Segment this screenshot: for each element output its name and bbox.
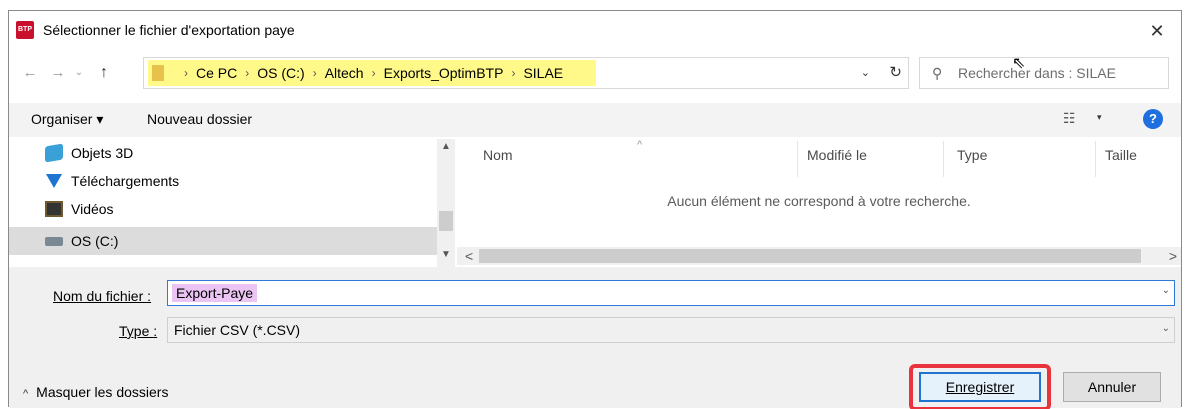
- address-dropdown-chevron-icon[interactable]: ⌄: [861, 58, 870, 88]
- column-divider[interactable]: [797, 141, 798, 177]
- empty-list-message: Aucun élément ne correspond à votre rech…: [667, 193, 971, 209]
- sort-indicator-icon: ^: [637, 139, 643, 151]
- scroll-left-icon[interactable]: <: [465, 247, 473, 265]
- breadcrumb-item-silae[interactable]: SILAE: [523, 65, 563, 81]
- back-arrow-icon[interactable]: ←: [19, 62, 41, 84]
- up-arrow-icon[interactable]: ↑: [93, 62, 115, 84]
- close-button[interactable]: ✕: [1143, 17, 1171, 45]
- column-header-type[interactable]: Type: [957, 147, 987, 163]
- column-header-modified[interactable]: Modifié le: [807, 147, 867, 163]
- address-bar[interactable]: › Ce PC › OS (C:) › Altech › Exports_Opt…: [143, 57, 909, 89]
- dialog-footer: Nom du fichier : Export-Paye ⌄ Type : Fi…: [9, 267, 1181, 409]
- breadcrumb-separator[interactable]: ›: [511, 66, 515, 80]
- nav-item-label: Téléchargements: [71, 173, 180, 189]
- mouse-cursor-icon: ⇖: [1012, 55, 1026, 72]
- help-icon[interactable]: ?: [1143, 109, 1163, 129]
- save-button[interactable]: Enregistrer: [919, 372, 1041, 402]
- save-file-dialog: BTP Sélectionner le fichier d'exportatio…: [8, 10, 1182, 409]
- address-row: ← → ⌄ ↑ › Ce PC › OS (C:) › Altech › Exp…: [9, 51, 1181, 95]
- cancel-button[interactable]: Annuler: [1063, 372, 1161, 402]
- column-header-name[interactable]: Nom: [483, 147, 513, 163]
- hide-folders-toggle[interactable]: ^ Masquer les dossiers: [23, 384, 168, 400]
- video-film-icon: [45, 201, 63, 217]
- app-logo-icon: BTP: [16, 21, 34, 39]
- filename-dropdown-chevron-icon[interactable]: ⌄: [1162, 285, 1170, 296]
- file-list-scrollbar[interactable]: < >: [457, 247, 1181, 265]
- scroll-thumb[interactable]: [479, 249, 1141, 263]
- file-type-chevron-icon[interactable]: ⌄: [1162, 323, 1170, 334]
- scroll-thumb[interactable]: [439, 211, 453, 231]
- scroll-up-icon[interactable]: ▲: [441, 141, 451, 152]
- type-label-text: Type :: [119, 323, 158, 339]
- nav-item-label: Objets 3D: [71, 145, 134, 161]
- view-options-icon[interactable]: ☷: [1063, 110, 1076, 127]
- hide-folders-label: Masquer les dossiers: [36, 384, 169, 400]
- filename-value[interactable]: Export-Paye: [172, 284, 258, 302]
- nav-item-label: OS (C:): [71, 233, 119, 249]
- search-input[interactable]: ⚲ Rechercher dans : SILAE: [919, 57, 1169, 89]
- file-list: ^ Nom Modifié le Type Taille Aucun éléme…: [457, 139, 1181, 249]
- file-type-select[interactable]: Fichier CSV (*.CSV) ⌄: [167, 317, 1175, 343]
- breadcrumb-separator: ›: [184, 66, 188, 80]
- refresh-icon[interactable]: ↻: [889, 58, 902, 88]
- nav-pane-scrollbar[interactable]: ▲ ▼: [437, 139, 455, 269]
- dialog-title: Sélectionner le fichier d'exportation pa…: [43, 22, 295, 38]
- breadcrumb-separator[interactable]: ›: [313, 66, 317, 80]
- breadcrumb-item-exports-optimbtp[interactable]: Exports_OptimBTP: [384, 65, 504, 81]
- navigation-pane: Objets 3D Téléchargements Vidéos OS (C:): [9, 139, 457, 263]
- filename-label: Nom du fichier :: [53, 288, 152, 304]
- column-divider[interactable]: [943, 141, 944, 177]
- nav-item-os-c[interactable]: OS (C:): [9, 227, 437, 255]
- scroll-down-icon[interactable]: ▼: [441, 249, 451, 260]
- nav-item-label: Vidéos: [71, 201, 114, 217]
- nav-item-objets-3d[interactable]: Objets 3D: [9, 139, 437, 167]
- chevron-up-icon: ^: [23, 388, 29, 400]
- breadcrumb-separator[interactable]: ›: [372, 66, 376, 80]
- view-options-chevron-icon[interactable]: ▾: [1097, 112, 1102, 123]
- folder-icon: [152, 65, 164, 81]
- file-type-value: Fichier CSV (*.CSV): [174, 322, 301, 338]
- breadcrumb-item-os-c[interactable]: OS (C:): [257, 65, 304, 81]
- breadcrumb-item-altech[interactable]: Altech: [325, 65, 364, 81]
- type-label: Type :: [119, 323, 157, 339]
- scroll-right-icon[interactable]: >: [1169, 247, 1177, 265]
- drive-icon: [45, 237, 63, 246]
- column-header-size[interactable]: Taille: [1105, 147, 1137, 163]
- cube-3d-icon: [45, 143, 63, 163]
- nav-item-videos[interactable]: Vidéos: [9, 195, 437, 223]
- organize-menu-button[interactable]: Organiser ▾: [31, 111, 103, 128]
- search-placeholder: Rechercher dans : SILAE: [958, 65, 1116, 81]
- breadcrumb: › Ce PC › OS (C:) › Altech › Exports_Opt…: [152, 58, 563, 88]
- new-folder-button[interactable]: Nouveau dossier: [147, 111, 252, 127]
- title-bar: BTP Sélectionner le fichier d'exportatio…: [9, 11, 1181, 51]
- column-divider[interactable]: [1095, 141, 1096, 177]
- download-arrow-icon: [46, 174, 62, 188]
- breadcrumb-item-ce-pc[interactable]: Ce PC: [196, 65, 237, 81]
- nav-item-telechargements[interactable]: Téléchargements: [9, 167, 437, 195]
- search-icon: ⚲: [932, 65, 943, 81]
- forward-arrow-icon[interactable]: →: [47, 62, 69, 84]
- recent-locations-chevron-icon[interactable]: ⌄: [71, 62, 87, 84]
- filename-field[interactable]: Export-Paye ⌄: [167, 280, 1175, 306]
- breadcrumb-separator[interactable]: ›: [245, 66, 249, 80]
- command-toolbar: Organiser ▾ Nouveau dossier ☷ ▾ ?: [9, 103, 1181, 137]
